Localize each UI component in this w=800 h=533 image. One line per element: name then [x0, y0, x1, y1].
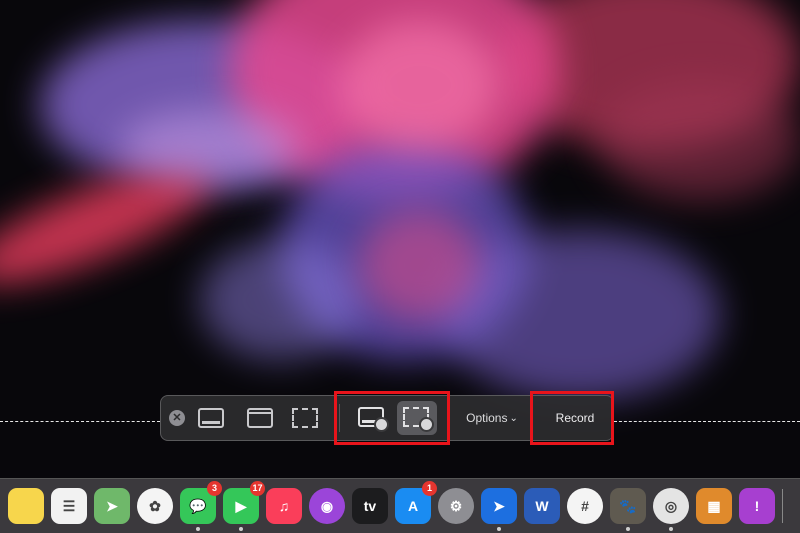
maps-icon: ➤ [106, 497, 118, 514]
dock-item-podcasts[interactable]: ◉ [309, 488, 345, 524]
toolbar-divider [449, 404, 450, 432]
apple-tv-icon: tv [363, 498, 377, 514]
capture-entire-screen-button[interactable] [194, 405, 228, 431]
chevron-down-icon: ⌄ [509, 412, 518, 424]
capture-selected-portion-icon [292, 408, 318, 428]
capture-window-button[interactable] [243, 405, 277, 431]
screenshot-toolbar: ✕ Options ⌄ Record [160, 395, 614, 441]
chrome-icon: ◎ [664, 497, 678, 514]
record-selected-portion-button[interactable] [397, 401, 437, 435]
dock-item-navigation-arrow[interactable]: ➤ [481, 488, 517, 531]
selection-edge-left [0, 421, 160, 422]
dock: ☰ ➤ ✿ 💬 3 ▶ 17 ♫ ◉ tv A 1 ⚙ ➤ W # 🐾 ◎ ▦! [0, 478, 800, 533]
dock-item-facetime[interactable]: ▶ 17 [223, 481, 265, 531]
dock-item-notes[interactable] [8, 488, 44, 524]
running-indicator [497, 527, 501, 531]
dock-item-app-store[interactable]: A1 [395, 481, 437, 524]
close-x-icon: ✕ [172, 412, 182, 424]
calculator-icon: ▦ [707, 497, 721, 514]
running-indicator [626, 527, 630, 531]
record-label: Record [555, 411, 595, 425]
selection-edge-right [614, 421, 800, 422]
slack-icon: # [581, 498, 589, 514]
capture-selected-portion-button[interactable] [287, 405, 323, 431]
options-label: Options [466, 411, 508, 425]
record-button[interactable]: Record [539, 406, 611, 430]
dock-item-apple-tv[interactable]: tv [352, 488, 388, 524]
running-indicator [239, 527, 243, 531]
music-icon: ♫ [278, 498, 290, 514]
feedback-icon: ! [754, 498, 760, 514]
gimp-icon: 🐾 [619, 497, 637, 514]
system-preferences-icon: ⚙ [449, 497, 463, 514]
running-indicator [669, 527, 673, 531]
dock-item-photos[interactable]: ✿ [137, 488, 173, 524]
capture-entire-screen-icon [198, 408, 224, 428]
dock-item-feedback[interactable]: ! [739, 488, 775, 524]
record-entire-screen-button[interactable] [351, 402, 393, 434]
record-entire-screen-icon [358, 407, 389, 432]
notification-badge: 17 [250, 481, 265, 496]
toolbar-divider [531, 404, 532, 432]
reminders-icon: ☰ [62, 497, 76, 514]
messages-icon: 💬 [189, 497, 207, 514]
dock-item-chrome[interactable]: ◎ [653, 488, 689, 531]
notification-badge: 1 [422, 481, 437, 496]
podcasts-icon: ◉ [320, 497, 334, 514]
photos-icon: ✿ [149, 497, 161, 514]
navigation-arrow-icon: ➤ [493, 497, 505, 514]
dock-item-calculator[interactable]: ▦ [696, 488, 732, 524]
notification-badge: 3 [207, 481, 222, 496]
dock-item-slack[interactable]: # [567, 488, 603, 524]
dock-item-word[interactable]: W [524, 488, 560, 524]
record-selected-portion-icon [403, 407, 434, 432]
dock-item-gimp[interactable]: 🐾 [610, 488, 646, 531]
capture-window-icon [247, 408, 273, 428]
dock-item-messages[interactable]: 💬 3 [180, 481, 222, 531]
running-indicator [196, 527, 200, 531]
options-menu-button[interactable]: Options ⌄ [459, 406, 525, 430]
app-store-icon: A [407, 498, 419, 514]
dock-item-music[interactable]: ♫ [266, 488, 302, 524]
close-button[interactable]: ✕ [169, 410, 185, 426]
dock-item-maps[interactable]: ➤ [94, 488, 130, 524]
dock-item-system-preferences[interactable]: ⚙ [438, 488, 474, 524]
facetime-icon: ▶ [235, 497, 247, 514]
dock-item-reminders[interactable]: ☰ [51, 488, 87, 524]
dock-separator [782, 489, 783, 523]
toolbar-divider [339, 404, 340, 432]
word-icon: W [535, 498, 549, 514]
